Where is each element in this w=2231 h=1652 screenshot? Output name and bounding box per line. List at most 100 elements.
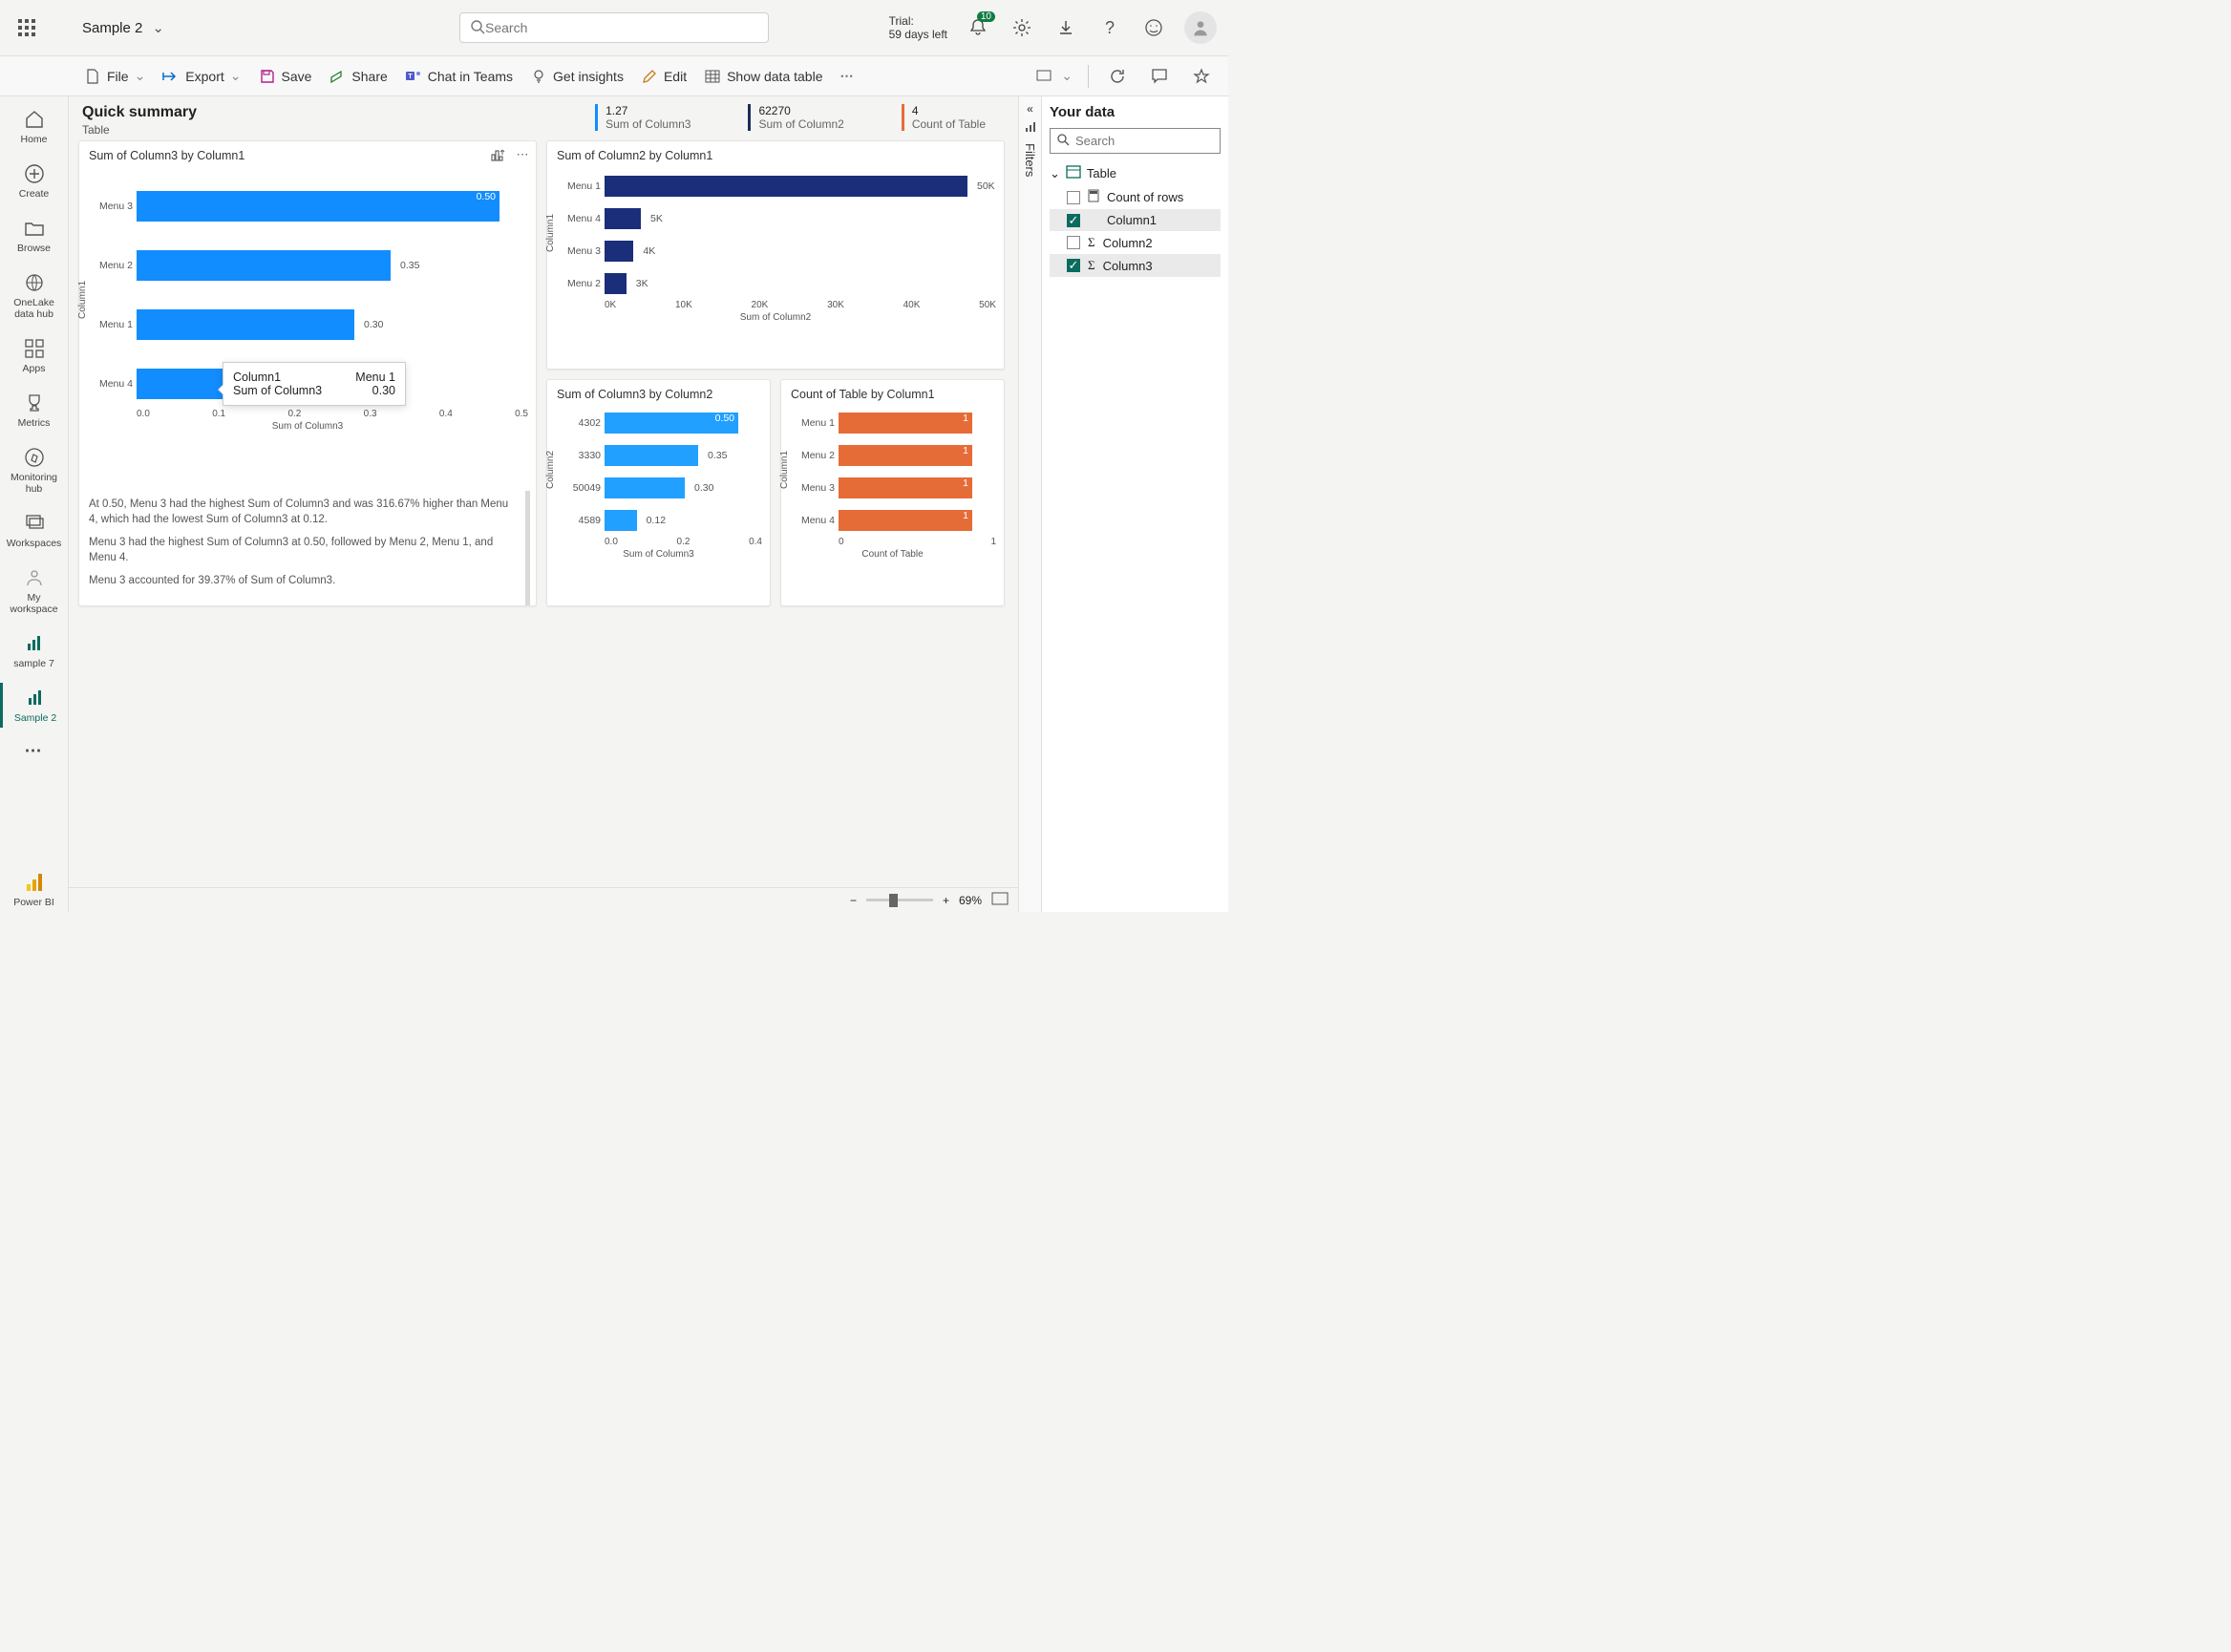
bar[interactable] — [605, 208, 641, 229]
category-label: 50049 — [555, 482, 601, 494]
edit-button[interactable]: Edit — [641, 68, 687, 85]
bar-row[interactable]: 43020.50 — [605, 413, 762, 434]
fit-page-icon[interactable] — [991, 892, 1009, 908]
visual-count-table-by-col1[interactable]: Count of Table by Column1 Column1 Menu 1… — [780, 379, 1005, 606]
category-label: Menu 2 — [87, 260, 133, 271]
share-button[interactable]: Share — [329, 68, 387, 85]
field-row[interactable]: ✓Column1 — [1050, 209, 1221, 231]
sort-icon[interactable] — [488, 145, 507, 164]
refresh-icon[interactable] — [1104, 63, 1131, 90]
checkbox[interactable] — [1067, 236, 1080, 249]
global-search[interactable] — [459, 12, 769, 43]
user-avatar[interactable] — [1184, 11, 1217, 44]
file-menu[interactable]: File ⌄ — [84, 68, 145, 85]
nav-sample2[interactable]: Sample 2 — [0, 683, 68, 728]
search-input[interactable] — [485, 20, 758, 35]
bulb-icon — [530, 68, 547, 85]
bar-row[interactable]: Menu 41 — [839, 510, 996, 531]
bar[interactable]: 1 — [839, 477, 972, 498]
zoom-slider[interactable] — [866, 899, 933, 901]
bar[interactable] — [137, 309, 354, 340]
nav-apps[interactable]: Apps — [6, 333, 63, 378]
bar-row[interactable]: 500490.30 — [605, 477, 762, 498]
nav-powerbi[interactable]: Power BI — [6, 867, 63, 912]
tick-label: 0.3 — [364, 409, 377, 419]
nav-create[interactable]: Create — [6, 159, 63, 203]
visual-sum-col2-by-col1[interactable]: Sum of Column2 by Column1 Column1 Menu 1… — [546, 140, 1005, 370]
nav-workspaces[interactable]: Workspaces — [6, 508, 63, 553]
nav-rail: Home Create Browse OneLake data hub Apps… — [0, 96, 69, 912]
tick-label: 0.5 — [515, 409, 528, 419]
download-icon[interactable] — [1052, 14, 1079, 41]
bar-row[interactable]: Menu 150K — [605, 176, 996, 197]
save-button[interactable]: Save — [259, 68, 312, 85]
workspace-title[interactable]: Sample 2 ⌄ — [82, 19, 164, 36]
powerbi-icon — [23, 871, 46, 894]
bar[interactable] — [605, 241, 633, 262]
bar-row[interactable]: Menu 21 — [839, 445, 996, 466]
feedback-icon[interactable] — [1140, 14, 1167, 41]
filters-rail[interactable]: « Filters — [1018, 96, 1041, 912]
bar[interactable]: 0.50 — [137, 191, 499, 222]
bar[interactable]: 0.50 — [605, 413, 738, 434]
chat-teams-button[interactable]: T Chat in Teams — [405, 68, 513, 85]
nav-sample7[interactable]: sample 7 — [6, 628, 63, 673]
bar-row[interactable]: Menu 45K — [605, 208, 996, 229]
nav-home[interactable]: Home — [6, 104, 63, 149]
comment-icon[interactable] — [1146, 63, 1173, 90]
nav-onelake[interactable]: OneLake data hub — [6, 267, 63, 324]
fields-search[interactable] — [1050, 128, 1221, 154]
table-node[interactable]: ⌄ Table — [1050, 161, 1221, 185]
zoom-out-button[interactable]: − — [850, 894, 857, 907]
bar[interactable] — [605, 510, 637, 531]
collapse-icon[interactable]: « — [1027, 102, 1033, 116]
export-menu[interactable]: Export ⌄ — [162, 68, 241, 85]
visual-sum-col3-by-col1[interactable]: ⋯ Sum of Column3 by Column1 Column1 Menu… — [78, 140, 537, 606]
get-insights-button[interactable]: Get insights — [530, 68, 624, 85]
bar-row[interactable]: Menu 31 — [839, 477, 996, 498]
bar[interactable] — [605, 445, 698, 466]
top-bar: Sample 2 ⌄ Trial: 59 days left 10 — [0, 0, 1228, 56]
checkbox[interactable]: ✓ — [1067, 214, 1080, 227]
nav-more[interactable]: ⋯ — [6, 737, 63, 765]
value-label: 0.30 — [364, 319, 383, 330]
nav-monitoring[interactable]: Monitoring hub — [6, 442, 63, 498]
bar[interactable] — [137, 250, 391, 281]
bar[interactable] — [605, 176, 967, 197]
bar[interactable]: 1 — [839, 413, 972, 434]
bar-row[interactable]: 33300.35 — [605, 445, 762, 466]
category-label: 4302 — [555, 417, 601, 429]
notifications-icon[interactable]: 10 — [965, 14, 991, 41]
checkbox[interactable]: ✓ — [1067, 259, 1080, 272]
nav-browse[interactable]: Browse — [6, 213, 63, 258]
bar-row[interactable]: Menu 23K — [605, 273, 996, 294]
field-row[interactable]: ΣColumn2 — [1050, 231, 1221, 254]
view-mode-menu[interactable]: ⌄ — [1036, 68, 1073, 84]
bar-row[interactable]: Menu 34K — [605, 241, 996, 262]
field-row[interactable]: ✓ΣColumn3 — [1050, 254, 1221, 277]
checkbox[interactable] — [1067, 191, 1080, 204]
bar[interactable] — [605, 477, 685, 498]
visual-sum-col3-by-col2[interactable]: Sum of Column3 by Column2 Column2 43020.… — [546, 379, 771, 606]
nav-metrics[interactable]: Metrics — [6, 388, 63, 433]
nav-my-workspace[interactable]: My workspace — [6, 562, 63, 619]
settings-icon[interactable] — [1009, 14, 1035, 41]
app-launcher-icon[interactable] — [11, 12, 42, 43]
bar[interactable] — [605, 273, 627, 294]
bar-row[interactable]: Menu 11 — [839, 413, 996, 434]
more-options-icon[interactable]: ⋯ — [513, 145, 532, 164]
bar-row[interactable]: Menu 30.50 — [137, 191, 528, 222]
bar[interactable] — [137, 369, 223, 399]
show-data-table-button[interactable]: Show data table — [704, 68, 822, 85]
fields-search-input[interactable] — [1075, 134, 1214, 148]
help-icon[interactable]: ? — [1096, 14, 1123, 41]
field-row[interactable]: Count of rows — [1050, 185, 1221, 209]
favorite-icon[interactable] — [1188, 63, 1215, 90]
bar[interactable]: 1 — [839, 510, 972, 531]
bar-row[interactable]: 45890.12 — [605, 510, 762, 531]
bar-row[interactable]: Menu 10.30 — [137, 309, 528, 340]
bar-row[interactable]: Menu 20.35 — [137, 250, 528, 281]
bar[interactable]: 1 — [839, 445, 972, 466]
more-commands[interactable]: ⋯ — [839, 68, 853, 84]
zoom-in-button[interactable]: + — [943, 894, 949, 907]
